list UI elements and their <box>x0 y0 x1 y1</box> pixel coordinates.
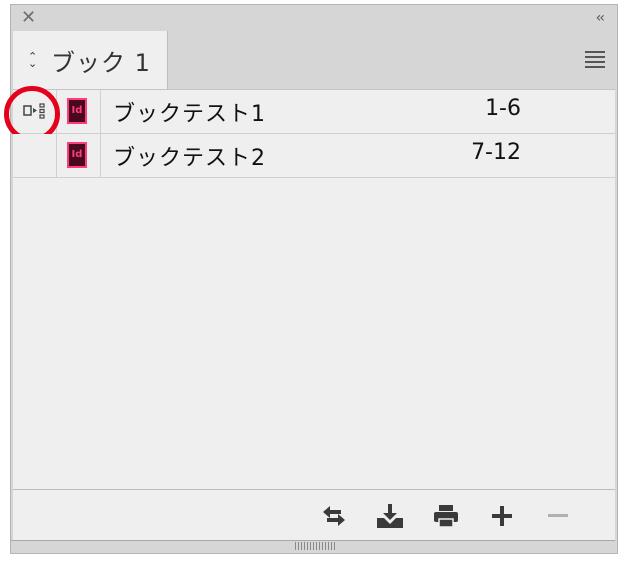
indesign-doc-icon: Id <box>67 98 87 124</box>
remove-document-icon[interactable] <box>543 502 573 530</box>
style-source-cell[interactable] <box>4 86 60 142</box>
style-source-cell[interactable] <box>13 134 57 177</box>
add-document-icon[interactable] <box>487 502 517 530</box>
document-list: Id ブックテスト1 1-6 Id ブックテスト2 7-12 <box>4 86 615 490</box>
panel-menu-icon[interactable] <box>585 51 605 71</box>
panel-footer <box>13 489 615 542</box>
tab-book-1[interactable]: ⌃ ⌄ ブック 1 <box>13 31 168 89</box>
page-range: 7-12 <box>471 140 521 165</box>
resize-grip[interactable] <box>11 540 615 553</box>
collapse-panel-icon[interactable]: ‹‹ <box>596 8 605 28</box>
book-panel: ✕ ‹‹ ⌃ ⌄ ブック 1 Id ブックテスト1 1-6 Id ブックテスト2… <box>4 4 618 554</box>
close-icon[interactable]: ✕ <box>21 8 36 28</box>
grip-marks <box>295 542 335 550</box>
tab-row: ⌃ ⌄ ブック 1 <box>11 31 617 89</box>
tab-label: ブック 1 <box>51 49 151 77</box>
panel-titlebar: ✕ ‹‹ <box>11 5 617 31</box>
indesign-doc-icon-cell: Id <box>56 134 101 177</box>
synchronize-icon[interactable] <box>319 502 349 530</box>
page-range: 1-6 <box>485 96 521 121</box>
document-row[interactable]: Id ブックテスト1 1-6 <box>4 86 615 142</box>
document-row[interactable]: Id ブックテスト2 7-12 <box>13 134 615 178</box>
save-book-icon[interactable] <box>375 502 405 530</box>
indesign-doc-icon: Id <box>67 142 87 168</box>
document-name: ブックテスト2 <box>113 146 266 171</box>
indesign-doc-icon-cell: Id <box>56 90 101 133</box>
print-icon[interactable] <box>431 502 461 530</box>
document-name: ブックテスト1 <box>113 102 266 127</box>
tab-reorder-icon: ⌃ ⌄ <box>28 50 38 70</box>
